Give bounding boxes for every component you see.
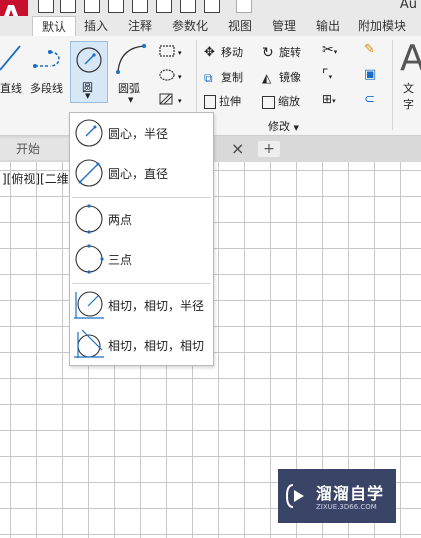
circle-button[interactable]: 圆 ▼ bbox=[70, 41, 108, 103]
menu-divider bbox=[72, 283, 211, 284]
print-icon[interactable] bbox=[180, 0, 196, 13]
menu-item-label: 三点 bbox=[108, 253, 133, 267]
menu-item-label: 相切，相切，相切 bbox=[108, 339, 205, 353]
explode-icon[interactable]: ▣ bbox=[364, 67, 376, 82]
svg-text:▾: ▾ bbox=[178, 73, 182, 81]
arc-icon[interactable] bbox=[114, 42, 150, 76]
plot-icon[interactable] bbox=[132, 0, 148, 13]
circle-three-point-icon bbox=[75, 244, 104, 274]
tab-output[interactable]: 输出 bbox=[310, 16, 346, 36]
erase-icon[interactable]: ✎ bbox=[364, 42, 375, 57]
open-file-icon[interactable] bbox=[60, 0, 76, 13]
tab-manage[interactable]: 管理 bbox=[264, 16, 304, 36]
text-label[interactable]: 文字 bbox=[403, 80, 421, 112]
ellipse-icon[interactable]: ▾ bbox=[158, 68, 186, 82]
copy-icon: ⧉ bbox=[204, 71, 213, 85]
undo-icon[interactable] bbox=[204, 0, 220, 13]
mirror-tool[interactable]: ◭ 镜像 bbox=[262, 69, 301, 85]
publish-icon[interactable] bbox=[156, 0, 172, 13]
tab-insert[interactable]: 插入 bbox=[78, 16, 114, 36]
polyline-icon[interactable] bbox=[32, 44, 66, 74]
tab-parametric[interactable]: 参数化 bbox=[166, 16, 214, 36]
play-logo-icon bbox=[286, 484, 304, 508]
watermark-logo: 溜溜自学 ZIXUE.3D66.COM bbox=[278, 469, 396, 523]
rotate-tool[interactable]: ↻ 旋转 bbox=[262, 44, 301, 60]
stretch-icon bbox=[204, 95, 216, 109]
menu-item-center-diameter[interactable]: 圆心，直径 bbox=[70, 153, 213, 193]
menu-item-two-point[interactable]: 两点 bbox=[70, 199, 213, 239]
menu-item-three-point[interactable]: 三点 bbox=[70, 239, 213, 279]
menu-item-label: 圆心，半径 bbox=[108, 127, 169, 141]
rotate-label: 旋转 bbox=[279, 46, 301, 59]
fillet-icon[interactable]: ⌜▾ bbox=[322, 67, 332, 83]
trim-icon[interactable]: ✂▾ bbox=[322, 42, 337, 58]
save-as-icon[interactable] bbox=[108, 0, 124, 13]
text-icon[interactable]: A bbox=[400, 38, 421, 79]
modify-panel-label[interactable]: 修改 ▼ bbox=[268, 118, 299, 134]
menu-item-label: 圆心，直径 bbox=[108, 167, 169, 181]
menu-item-tan-tan-tan[interactable]: 相切，相切，相切 bbox=[70, 325, 213, 365]
tab-annotate[interactable]: 注释 bbox=[120, 16, 160, 36]
array-icon[interactable]: ⊞▾ bbox=[322, 92, 336, 106]
menu-divider bbox=[72, 197, 211, 198]
copy-tool[interactable]: ⧉ 复制 bbox=[204, 69, 243, 85]
move-label: 移动 bbox=[221, 46, 243, 59]
arc-label[interactable]: 圆弧 bbox=[118, 80, 140, 96]
redo-icon[interactable] bbox=[236, 0, 252, 13]
circle-two-point-icon bbox=[75, 204, 103, 234]
copy-label: 复制 bbox=[221, 71, 243, 84]
svg-text:▾: ▾ bbox=[178, 49, 182, 57]
save-icon[interactable] bbox=[84, 0, 100, 13]
line-label[interactable]: 直线 bbox=[0, 80, 22, 96]
mirror-icon: ◭ bbox=[262, 71, 272, 85]
new-file-icon[interactable] bbox=[38, 0, 54, 13]
scale-label: 缩放 bbox=[278, 95, 300, 108]
stretch-label: 拉伸 bbox=[219, 95, 241, 108]
arc-chevron-icon[interactable]: ▼ bbox=[128, 96, 133, 104]
stretch-tool[interactable]: 拉伸 bbox=[204, 93, 241, 109]
circle-center-radius-icon bbox=[75, 119, 103, 147]
add-tab-button[interactable]: + bbox=[258, 141, 280, 157]
chevron-down-icon: ▼ bbox=[85, 92, 91, 100]
tab-default[interactable]: 默认 bbox=[32, 16, 76, 37]
quick-access-toolbar: A Au bbox=[0, 0, 421, 36]
offset-icon[interactable]: ⊂ bbox=[364, 92, 375, 107]
ribbon-tab-bar: 默认 插入 注释 参数化 视图 管理 输出 附加模块 bbox=[0, 16, 421, 37]
tab-view[interactable]: 视图 bbox=[222, 16, 258, 36]
line-icon[interactable] bbox=[0, 40, 24, 76]
watermark-subtitle: ZIXUE.3D66.COM bbox=[316, 503, 377, 511]
modify-label-text: 修改 bbox=[268, 120, 290, 133]
app-title: Au bbox=[399, 0, 417, 12]
watermark-title: 溜溜自学 bbox=[316, 484, 385, 503]
polyline-label[interactable]: 多段线 bbox=[30, 80, 63, 96]
tab-addins[interactable]: 附加模块 bbox=[352, 16, 412, 36]
viewport-controls[interactable]: ][俯视][二维 bbox=[2, 170, 69, 187]
ribbon-divider-2 bbox=[392, 40, 393, 130]
move-tool[interactable]: ✥ 移动 bbox=[204, 44, 243, 60]
move-icon: ✥ bbox=[204, 45, 215, 60]
menu-item-label: 相切，相切，半径 bbox=[108, 299, 205, 313]
circle-tan-tan-tan-icon bbox=[74, 330, 104, 358]
circle-dropdown-menu: 圆心，半径 圆心，直径 两点 三点 相切，相切，半径 相切，相切，相切 bbox=[69, 112, 214, 366]
close-icon[interactable]: × bbox=[231, 139, 244, 158]
rectangle-icon[interactable]: ▾ bbox=[158, 44, 186, 58]
circle-center-diameter-icon bbox=[75, 159, 103, 187]
scale-tool[interactable]: 缩放 bbox=[262, 93, 300, 109]
menu-item-center-radius[interactable]: 圆心，半径 bbox=[70, 113, 213, 153]
hatch-icon[interactable]: ▾ bbox=[158, 92, 186, 106]
circle-icon bbox=[76, 47, 102, 73]
menu-item-label: 两点 bbox=[108, 213, 133, 227]
mirror-label: 镜像 bbox=[279, 71, 301, 84]
svg-text:▾: ▾ bbox=[178, 97, 182, 105]
menu-item-tan-tan-radius[interactable]: 相切，相切，半径 bbox=[70, 285, 213, 325]
rotate-icon: ↻ bbox=[262, 45, 274, 61]
circle-tan-tan-radius-icon bbox=[74, 291, 104, 319]
scale-icon bbox=[262, 95, 275, 109]
